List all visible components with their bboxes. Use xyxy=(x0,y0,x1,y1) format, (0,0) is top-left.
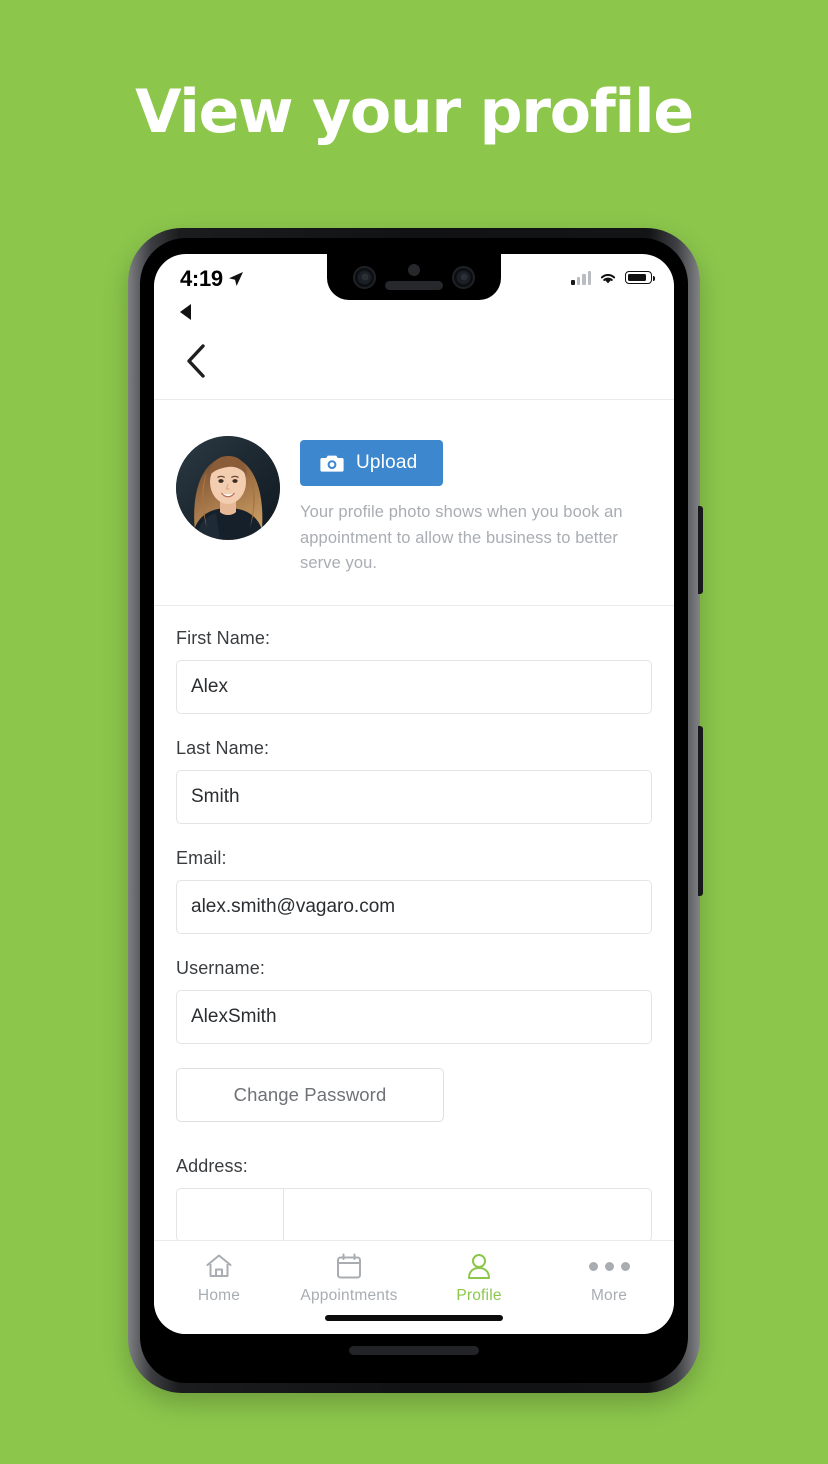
profile-form: First Name: Last Name: Email: Username: … xyxy=(154,606,674,1240)
address-prefix-input[interactable] xyxy=(176,1187,284,1240)
tab-more-label: More xyxy=(590,1287,628,1304)
phone-screen: 4:19 Upload Your profile photo shows whe… xyxy=(154,254,674,1334)
tab-home-label: Home xyxy=(197,1287,241,1304)
ellipsis-icon xyxy=(588,1252,630,1280)
camera-icon xyxy=(320,455,344,472)
address-label: Address: xyxy=(176,1155,248,1176)
device-notch xyxy=(327,254,501,300)
photo-actions: Upload Your profile photo shows when you… xyxy=(300,436,652,577)
volume-button[interactable] xyxy=(698,726,703,896)
nav-header xyxy=(154,322,674,400)
wifi-icon xyxy=(600,274,616,284)
tab-more[interactable]: More xyxy=(544,1252,674,1305)
tab-appointments[interactable]: Appointments xyxy=(284,1252,414,1305)
earpiece-speaker-icon xyxy=(385,281,443,290)
power-button[interactable] xyxy=(698,506,703,594)
profile-photo-help-text: Your profile photo shows when you book a… xyxy=(300,503,623,573)
profile-photo-image xyxy=(176,436,280,540)
first-name-label: First Name: xyxy=(176,627,271,648)
first-name-field-group: First Name: xyxy=(176,628,652,738)
upload-button[interactable]: Upload xyxy=(300,440,444,486)
location-arrow-icon xyxy=(228,272,243,286)
proximity-sensor-icon xyxy=(408,264,420,276)
address-field-group: Address: xyxy=(176,1156,652,1240)
username-field-group: Username: xyxy=(176,958,652,1068)
address-row xyxy=(176,1187,652,1240)
upload-button-label: Upload xyxy=(356,452,418,473)
profile-form-scroll-area[interactable]: Upload Your profile photo shows when you… xyxy=(154,400,674,1240)
back-button[interactable] xyxy=(174,339,218,383)
sensor-cluster xyxy=(385,264,443,290)
battery-icon xyxy=(625,271,655,284)
username-input[interactable] xyxy=(176,989,652,1044)
email-input[interactable] xyxy=(176,879,652,934)
avatar[interactable] xyxy=(176,436,280,540)
tab-profile-label: Profile xyxy=(456,1287,502,1304)
home-icon xyxy=(205,1252,233,1280)
tab-appointments-label: Appointments xyxy=(300,1287,398,1304)
home-indicator[interactable] xyxy=(325,1315,503,1321)
tab-home[interactable]: Home xyxy=(154,1252,284,1305)
email-label: Email: xyxy=(176,847,227,868)
status-bar-left: 4:19 xyxy=(180,266,244,292)
person-icon xyxy=(466,1252,492,1280)
page-title: View your profile xyxy=(135,77,694,147)
status-time: 4:19 xyxy=(180,266,223,291)
address-input[interactable] xyxy=(284,1187,652,1240)
front-camera-icon xyxy=(353,265,376,289)
profile-photo-section: Upload Your profile photo shows when you… xyxy=(154,400,674,606)
first-name-input[interactable] xyxy=(176,659,652,714)
back-to-app-triangle-icon[interactable] xyxy=(180,304,191,320)
username-label: Username: xyxy=(176,957,265,978)
last-name-field-group: Last Name: xyxy=(176,738,652,848)
cellular-signal-icon xyxy=(571,270,591,285)
front-camera-secondary-icon xyxy=(452,265,475,289)
status-bar-right xyxy=(571,266,655,285)
phone-device-frame: 4:19 Upload Your profile photo shows whe… xyxy=(128,228,703,1393)
last-name-input[interactable] xyxy=(176,769,652,824)
speaker-grille xyxy=(349,1346,479,1355)
change-password-button[interactable]: Change Password xyxy=(176,1067,444,1122)
email-field-group: Email: xyxy=(176,848,652,958)
chevron-left-icon xyxy=(187,343,205,378)
tab-profile[interactable]: Profile xyxy=(414,1252,544,1305)
calendar-icon xyxy=(336,1252,362,1280)
last-name-label: Last Name: xyxy=(176,737,270,758)
